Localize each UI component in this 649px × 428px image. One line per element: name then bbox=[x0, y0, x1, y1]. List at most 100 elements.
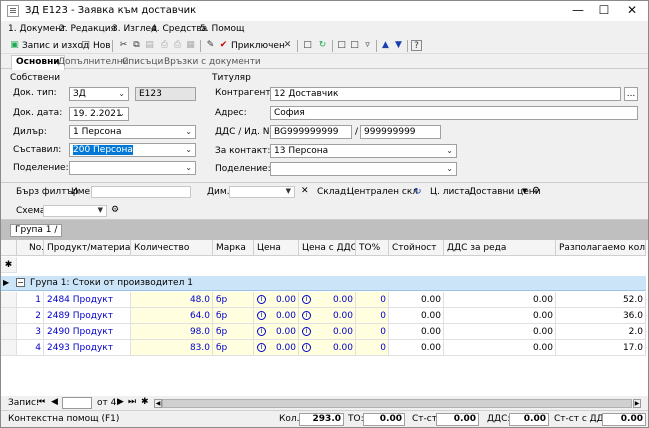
info-icon[interactable]: i bbox=[302, 327, 311, 336]
info-icon[interactable]: i bbox=[257, 343, 266, 352]
cell-available[interactable]: 17.0 bbox=[556, 340, 646, 356]
cell-no[interactable]: 1 bbox=[17, 292, 44, 308]
cell-quantity[interactable]: 98.0 bbox=[131, 324, 213, 340]
col-header-to[interactable]: ТО% bbox=[356, 240, 389, 256]
name-filter-input[interactable] bbox=[91, 186, 191, 198]
document-icon[interactable]: □ bbox=[302, 40, 313, 51]
cell-to[interactable]: 0 bbox=[356, 292, 389, 308]
record-number-input[interactable] bbox=[62, 397, 92, 409]
cell-unit[interactable]: бр bbox=[213, 340, 254, 356]
col-header-price-vat[interactable]: Цена с ДДС bbox=[299, 240, 356, 256]
cell-price[interactable]: i 0.00 bbox=[254, 292, 299, 308]
table-row[interactable]: 4 2493 Продукт 83.0 бр i 0.00 i 0.00 0 0.00 0.00 17… bbox=[1, 340, 646, 356]
cell-quantity[interactable]: 48.0 bbox=[131, 292, 213, 308]
cell-price-vat[interactable]: i 0.00 bbox=[299, 308, 356, 324]
dealer-select[interactable]: 1 Персона ⌄ bbox=[69, 125, 196, 139]
col-header-product[interactable]: Продукт/материал bbox=[44, 240, 131, 256]
new-row[interactable]: ✱ bbox=[1, 257, 646, 273]
scroll-right-icon[interactable]: ▶ bbox=[633, 399, 641, 408]
minimize-button[interactable]: — bbox=[564, 1, 592, 21]
group-row[interactable]: ▶ − Група 1: Стоки от производител 1 bbox=[1, 276, 646, 291]
filter-icon[interactable]: ▿ bbox=[362, 40, 373, 51]
counterparty-browse-button[interactable]: ... bbox=[624, 87, 638, 101]
col-header-unit[interactable]: Марка bbox=[213, 240, 254, 256]
chevron-down-icon[interactable]: ▼ bbox=[522, 187, 527, 195]
row-selector[interactable] bbox=[1, 324, 17, 340]
refresh-icon[interactable]: ↻ bbox=[317, 40, 328, 51]
cell-price[interactable]: i 0.00 bbox=[254, 340, 299, 356]
holder-division-select[interactable]: ⌄ bbox=[270, 162, 457, 176]
info-icon[interactable]: i bbox=[257, 295, 266, 304]
cell-available[interactable]: 52.0 bbox=[556, 292, 646, 308]
cell-to[interactable]: 0 bbox=[356, 308, 389, 324]
approved-button[interactable]: Приключен bbox=[231, 39, 285, 53]
cell-no[interactable]: 4 bbox=[17, 340, 44, 356]
col-header-value[interactable]: Стойност bbox=[389, 240, 444, 256]
info-icon[interactable]: i bbox=[302, 311, 311, 320]
cell-value[interactable]: 0.00 bbox=[389, 340, 444, 356]
info-icon[interactable]: i bbox=[302, 343, 311, 352]
cut-icon[interactable]: ✂ bbox=[118, 40, 129, 51]
page-copy-icon[interactable]: □ bbox=[349, 40, 360, 51]
table-row[interactable]: 2 2489 Продукт 64.0 бр i 0.00 i 0.00 0 0.00 0.00 36… bbox=[1, 308, 646, 324]
new-record-icon[interactable]: ✱ bbox=[141, 397, 149, 407]
scheme-select[interactable]: ▼ bbox=[43, 205, 107, 217]
next-record-icon[interactable]: ▶ bbox=[117, 397, 124, 407]
id-number-field[interactable]: 999999999 bbox=[360, 125, 441, 139]
cell-price-vat[interactable]: i 0.00 bbox=[299, 340, 356, 356]
cell-product[interactable]: 2490 Продукт bbox=[44, 324, 131, 340]
doc-date-field[interactable]: 19. 2.2021 ⌄ bbox=[69, 107, 129, 121]
cell-vat[interactable]: 0.00 bbox=[444, 308, 556, 324]
row-selector[interactable] bbox=[1, 308, 17, 324]
contact-select[interactable]: 13 Персона ⌄ bbox=[270, 144, 457, 158]
menu-document[interactable]: 1. Документ bbox=[8, 24, 66, 34]
cell-no[interactable]: 2 bbox=[17, 308, 44, 324]
copy-icon[interactable]: ⧉ bbox=[131, 40, 142, 51]
cell-value[interactable]: 0.00 bbox=[389, 292, 444, 308]
print-icon[interactable]: ⎙ bbox=[159, 40, 170, 51]
cell-vat[interactable]: 0.00 bbox=[444, 324, 556, 340]
row-selector[interactable] bbox=[1, 292, 17, 308]
help-icon[interactable]: ? bbox=[411, 40, 422, 51]
cell-vat[interactable]: 0.00 bbox=[444, 340, 556, 356]
col-header-available[interactable]: Разполагаемо кол. bbox=[556, 240, 646, 256]
cell-available[interactable]: 2.0 bbox=[556, 324, 646, 340]
pricelist-settings-icon[interactable]: ⚙ bbox=[532, 186, 540, 196]
cell-price[interactable]: i 0.00 bbox=[254, 308, 299, 324]
cell-vat[interactable]: 0.00 bbox=[444, 292, 556, 308]
warehouse-refresh-icon[interactable]: ↻ bbox=[414, 187, 422, 197]
cell-product[interactable]: 2489 Продукт bbox=[44, 308, 131, 324]
pricelist-select[interactable]: Доставни цени bbox=[469, 187, 541, 197]
cell-to[interactable]: 0 bbox=[356, 340, 389, 356]
cell-unit[interactable]: бр bbox=[213, 324, 254, 340]
col-header-quantity[interactable]: Количество bbox=[131, 240, 213, 256]
edit-doc-icon[interactable]: ✎ bbox=[205, 40, 216, 51]
cell-product[interactable]: 2484 Продукт bbox=[44, 292, 131, 308]
close-button[interactable]: ✕ bbox=[618, 1, 646, 21]
scroll-left-icon[interactable]: ◀ bbox=[154, 399, 162, 408]
new-button[interactable]: Нов bbox=[93, 39, 111, 53]
cell-product[interactable]: 2493 Продукт bbox=[44, 340, 131, 356]
cell-no[interactable]: 3 bbox=[17, 324, 44, 340]
menu-tools[interactable]: 4. Средства bbox=[151, 24, 207, 34]
info-icon[interactable]: i bbox=[302, 295, 311, 304]
dim-filter-select[interactable]: ▼ bbox=[229, 186, 295, 198]
info-icon[interactable]: i bbox=[257, 327, 266, 336]
col-header-vat[interactable]: ДДС за реда bbox=[444, 240, 556, 256]
address-field[interactable]: София bbox=[270, 106, 638, 120]
division-select[interactable]: ⌄ bbox=[69, 161, 196, 175]
delete-icon[interactable]: ✕ bbox=[282, 40, 293, 51]
group-chip[interactable]: Група 1 ∕ bbox=[10, 224, 63, 237]
table-row[interactable]: 3 2490 Продукт 98.0 бр i 0.00 i 0.00 0 0.00 0.00 2.… bbox=[1, 324, 646, 340]
doc-type-select[interactable]: ЗД ⌄ bbox=[69, 87, 129, 101]
warehouse-select[interactable]: Централен скл bbox=[347, 187, 418, 197]
move-up-icon[interactable]: ▲ bbox=[380, 40, 391, 51]
cell-quantity[interactable]: 64.0 bbox=[131, 308, 213, 324]
page-icon[interactable]: □ bbox=[336, 40, 347, 51]
move-down-icon[interactable]: ▼ bbox=[393, 40, 404, 51]
composed-select[interactable]: 200 Персона ⌄ bbox=[69, 143, 196, 157]
cell-unit[interactable]: бр bbox=[213, 308, 254, 324]
collapse-icon[interactable]: − bbox=[16, 278, 25, 287]
row-selector[interactable] bbox=[1, 340, 17, 356]
col-header-price[interactable]: Цена bbox=[254, 240, 299, 256]
